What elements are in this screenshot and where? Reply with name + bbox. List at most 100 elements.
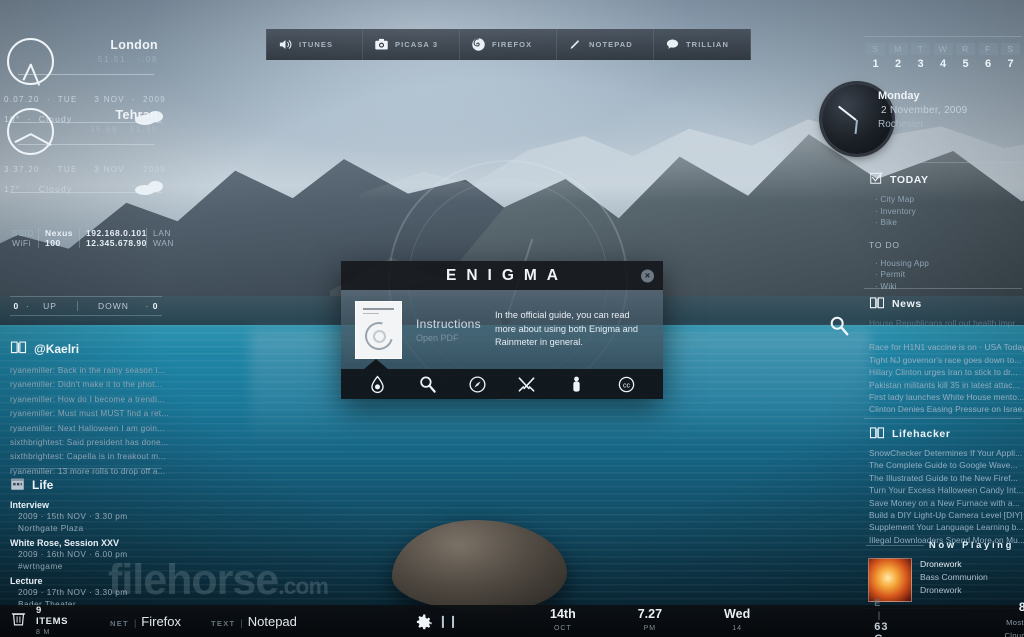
enigma-toolbar-pointer xyxy=(363,359,389,369)
lifehacker-item[interactable]: Supplement Your Language Learning b... xyxy=(862,521,1024,533)
now-playing-artist: Bass Communion xyxy=(920,572,988,582)
network-wifi-value: 100 xyxy=(45,238,61,248)
today-item[interactable]: · Bike xyxy=(862,217,1024,229)
weather-temp-tehran: 17° xyxy=(4,183,21,194)
life-event-when: 2009 · 15th NOV · 3.30 pm xyxy=(18,511,128,521)
calendar-day-label: S xyxy=(1001,43,1020,55)
date-weekday: Monday xyxy=(878,90,920,102)
enigma-dialog: ENIGMA × Instructions Open PDF In the of… xyxy=(341,261,663,399)
todo-item[interactable]: · Housing App xyxy=(862,258,1024,270)
tweet-item[interactable]: ryanemiller: Back in the rainy season i.… xyxy=(0,364,172,378)
tweet-item[interactable]: ryanemiller: Didn't make it to the phot.… xyxy=(0,378,172,392)
life-event-title: White Rose, Session XXV xyxy=(10,538,120,548)
calendar-day-number[interactable]: 6 xyxy=(979,58,998,70)
app-launcher-itunes[interactable]: ITUNES xyxy=(266,29,363,60)
app-launcher-trillian-label: TRILLIAN xyxy=(686,40,729,49)
app-launcher-notepad[interactable]: NOTEPAD xyxy=(557,29,654,60)
calendar-day-number[interactable]: 2 xyxy=(889,58,908,70)
taskbar-day-value: Wed xyxy=(724,606,751,621)
tweet-item[interactable]: sixthbrightest: Said president has done.… xyxy=(0,436,172,450)
app-launcher-notepad-label: NOTEPAD xyxy=(589,40,633,49)
news-header: News xyxy=(862,296,1024,312)
analog-clock-tehran xyxy=(7,108,54,155)
app-launcher-firefox-label: FIREFOX xyxy=(492,40,533,49)
taskbar-app-notepad[interactable]: TEXT | Notepad xyxy=(211,614,297,629)
lifehacker-item[interactable]: SnowChecker Determines If Your Appli... xyxy=(862,447,1024,459)
todo-section-label: TO DO xyxy=(869,239,900,250)
life-header: Life xyxy=(0,476,172,494)
calendar-day-label: R xyxy=(956,43,975,55)
app-launcher-firefox[interactable]: FIREFOX xyxy=(460,29,557,60)
news-widget: News House Republicans roll out health i… xyxy=(862,288,1024,416)
news-item[interactable]: Tight NJ governor's race goes down to... xyxy=(862,354,1024,366)
life-event[interactable]: Interview 2009 · 15th NOV · 3.30 pm Nort… xyxy=(0,500,172,534)
calendar-day-number[interactable]: 3 xyxy=(911,58,930,70)
gear-icon[interactable]: ❙❙ xyxy=(415,612,458,631)
news-item-faded[interactable] xyxy=(862,329,1024,341)
lifehacker-list[interactable]: SnowChecker Determines If Your Appli... … xyxy=(862,447,1024,546)
enigma-title: ENIGMA xyxy=(446,266,568,284)
chat-bubble-icon xyxy=(665,37,680,52)
trash-count: 9 ITEMS xyxy=(36,604,69,627)
firefox-icon xyxy=(471,37,486,52)
book-icon xyxy=(10,340,27,357)
news-item[interactable]: Clinton Denies Easing Pressure on Israe.… xyxy=(862,403,1024,415)
magnifier-icon[interactable] xyxy=(418,375,437,394)
taskbar-weather-now[interactable]: 8° Mostly Cloudy xyxy=(1004,600,1024,637)
news-list[interactable]: House Republicans roll out health impr..… xyxy=(862,317,1024,416)
twitter-feed[interactable]: ryanemiller: Back in the rainy season i.… xyxy=(0,364,172,479)
weather-time-tehran: 3.37.20 xyxy=(4,165,40,174)
network-up-label: UP xyxy=(43,301,57,311)
pdf-thumbnail[interactable] xyxy=(355,300,402,359)
enigma-instructions-block[interactable]: Instructions Open PDF xyxy=(416,317,481,343)
news-title: News xyxy=(892,298,922,310)
right-sidebar: S M T W R F S 1 2 3 4 5 6 7 Monday 2 Nov… xyxy=(822,0,1024,637)
network-down-label: DOWN xyxy=(97,301,129,311)
app-launcher-picasa[interactable]: PICASA 3 xyxy=(363,29,460,60)
tweet-item[interactable]: ryanemiller: Must must MUST find a ret..… xyxy=(0,407,172,421)
todo-item[interactable]: · Permit xyxy=(862,269,1024,281)
life-event[interactable]: White Rose, Session XXV 2009 · 16th NOV … xyxy=(0,538,172,572)
tweet-item[interactable]: ryanemiller: How do I become a trendi... xyxy=(0,393,172,407)
desktop-search-icon[interactable] xyxy=(828,315,850,337)
drive-status[interactable]: E | 63 G xyxy=(874,597,888,637)
enigma-content: Instructions Open PDF In the official gu… xyxy=(341,290,663,369)
left-sidebar: London 51.51 · -.08 0.07.20 · TUE 3 NOV … xyxy=(0,0,175,637)
today-item[interactable]: · Inventory xyxy=(862,206,1024,218)
news-item[interactable]: First lady launches White House mento... xyxy=(862,391,1024,403)
compass-icon[interactable] xyxy=(468,375,487,394)
app-launcher-trillian[interactable]: TRILLIAN xyxy=(654,29,751,60)
tools-icon[interactable] xyxy=(517,375,536,394)
tweet-item[interactable]: ryanemiller: Next Halloween I am goin... xyxy=(0,422,172,436)
lifehacker-item[interactable]: Build a DIY Light-Up Camera Level [DIY] xyxy=(862,509,1024,521)
taskbar-weekday: Wed 14 xyxy=(724,606,751,635)
calendar-day-number[interactable]: 7 xyxy=(1001,58,1020,70)
taskbar-app-firefox[interactable]: NET | Firefox xyxy=(110,614,181,629)
person-icon[interactable] xyxy=(567,375,586,394)
book-icon xyxy=(869,296,885,312)
trash-status[interactable]: 9 ITEMS 8 M xyxy=(36,605,68,637)
trash-icon[interactable] xyxy=(0,609,36,633)
tweet-item[interactable]: sixthbrightest: Capella is in freakout m… xyxy=(0,450,172,464)
lifehacker-item[interactable]: The Complete Guide to Google Wave... xyxy=(862,459,1024,471)
news-item[interactable]: Pakistan militants kill 35 in latest att… xyxy=(862,379,1024,391)
pause-icon[interactable]: ❙❙ xyxy=(438,614,458,628)
calendar-day-label: S xyxy=(866,43,885,55)
creative-commons-icon[interactable]: cc xyxy=(617,375,636,394)
calendar-day-number[interactable]: 1 xyxy=(866,58,885,70)
weather-year-london: 2009 xyxy=(143,95,166,104)
news-item[interactable]: Race for H1N1 vaccine is on · USA Today xyxy=(862,341,1024,353)
lifehacker-item[interactable]: The Illustrated Guide to the New Firef..… xyxy=(862,472,1024,484)
lifehacker-item[interactable]: Turn Your Excess Halloween Candy Int... xyxy=(862,484,1024,496)
lifehacker-item[interactable]: Save Money on a New Furnace with a... xyxy=(862,497,1024,509)
calendar-day-number[interactable]: 4 xyxy=(934,58,953,70)
network-lan-address: 192.168.0.101 xyxy=(86,228,147,238)
water-drop-icon[interactable] xyxy=(368,375,387,394)
lifehacker-title: Lifehacker xyxy=(892,428,951,440)
calendar-day-number[interactable]: 5 xyxy=(956,58,975,70)
news-item[interactable]: House Republicans roll out health impr..… xyxy=(862,317,1024,329)
today-item[interactable]: · City Map xyxy=(862,194,1024,206)
news-item[interactable]: Hillary Clinton urges Iran to stick to d… xyxy=(862,366,1024,378)
close-icon[interactable]: × xyxy=(641,269,654,282)
network-wan-label: WAN xyxy=(153,238,175,248)
